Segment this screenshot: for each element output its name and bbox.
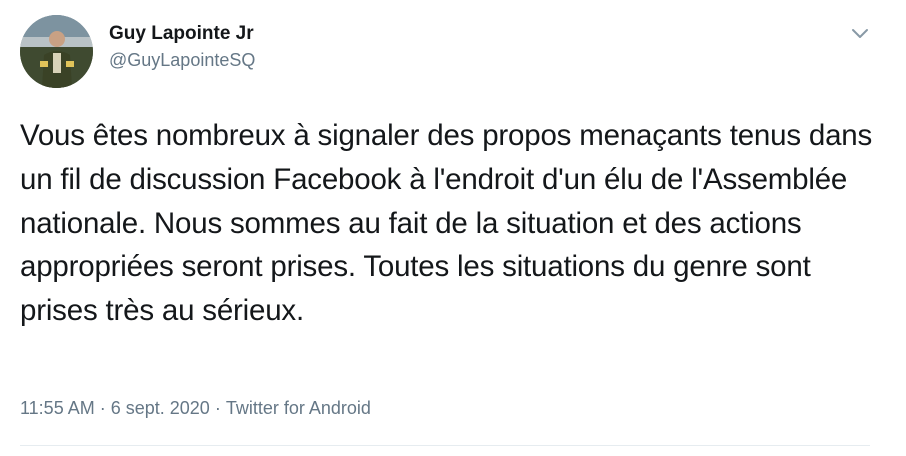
tweet-text: Vous êtes nombreux à signaler des propos… xyxy=(20,119,873,328)
author-handle[interactable]: @GuyLapointeSQ xyxy=(109,50,255,71)
tweet-menu-button[interactable] xyxy=(846,20,874,48)
divider xyxy=(20,445,870,446)
chevron-down-icon xyxy=(852,29,868,38)
tweet-card: Guy Lapointe Jr @GuyLapointeSQ Vous êtes… xyxy=(0,0,906,456)
author-name[interactable]: Guy Lapointe Jr xyxy=(109,23,254,45)
meta-separator: · xyxy=(94,398,111,418)
tweet-metadata: 11:55 AM · 6 sept. 2020 · Twitter for An… xyxy=(20,398,371,419)
tweet-date[interactable]: 6 sept. 2020 xyxy=(111,398,210,419)
tweet-time[interactable]: 11:55 AM xyxy=(20,398,95,419)
profile-photo-icon xyxy=(20,15,93,88)
avatar[interactable] xyxy=(20,15,93,88)
tweet-source[interactable]: Twitter for Android xyxy=(226,398,371,419)
meta-separator: · xyxy=(209,398,226,418)
